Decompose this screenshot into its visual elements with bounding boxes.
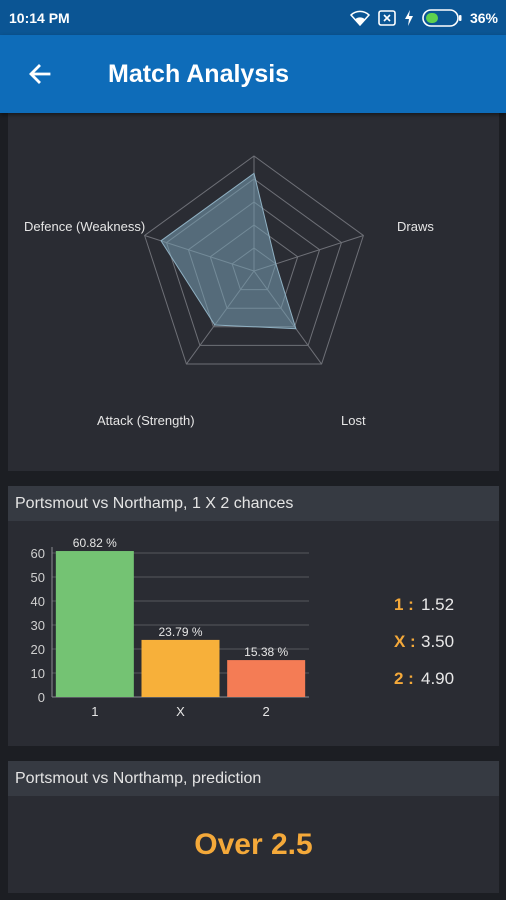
odds-key: X :	[394, 631, 416, 651]
chances-card-header: Portsmout vs Northamp, 1 X 2 chances	[8, 486, 499, 521]
radar-label-attack: Attack (Strength)	[97, 413, 195, 428]
y-tick-label: 0	[38, 690, 45, 705]
battery-percentage: 36%	[469, 9, 498, 26]
radar-label-lost: Lost	[341, 413, 366, 428]
status-bar: 10:14 PM 36%	[0, 0, 506, 35]
y-tick-label: 10	[31, 666, 45, 681]
y-tick-label: 60	[31, 546, 45, 561]
radar-label-defence: Defence (Weakness)	[24, 219, 146, 234]
arrow-left-icon	[29, 64, 51, 84]
app-bar: Match Analysis	[0, 35, 506, 113]
back-button[interactable]	[0, 35, 80, 113]
y-tick-label: 40	[31, 594, 45, 609]
odds-key: 2 :	[394, 668, 414, 688]
x-tick-label: X	[176, 704, 185, 719]
y-tick-label: 30	[31, 618, 45, 633]
odds-value: 3.50	[421, 631, 455, 651]
radar-label-draws: Draws	[397, 219, 434, 234]
radar-data-area	[160, 172, 297, 330]
chances-card: Portsmout vs Northamp, 1 X 2 chances 0 10…	[8, 486, 499, 746]
odds-value: 4.90	[421, 668, 455, 688]
charging-icon	[404, 9, 414, 26]
radar-chart-card: Defence (Weakness) Draws Lost Attack (St…	[8, 113, 499, 471]
wifi-icon	[349, 10, 370, 26]
bar-value-label: 60.82 %	[73, 536, 117, 550]
x-tick-label: 1	[91, 704, 98, 719]
x-tick-label: 2	[263, 704, 270, 719]
battery-icon	[422, 8, 462, 27]
chances-bar-chart: 0 10 20 30 40 50 60 60.82 % 1 23.79 % X 15.38 % 2	[31, 536, 309, 719]
bar	[141, 639, 220, 697]
prediction-card: Portsmout vs Northamp, prediction Over 2…	[8, 761, 499, 893]
bar-value-label: 23.79 %	[158, 625, 202, 639]
bar-value-label: 15.38 %	[244, 645, 288, 659]
odds-row-home: 1 : 1.52	[394, 586, 454, 623]
prediction-card-header: Portsmout vs Northamp, prediction	[8, 761, 499, 796]
odds-list: 1 : 1.52 X : 3.50 2 : 4.90	[394, 586, 454, 697]
prediction-value: Over 2.5	[194, 827, 313, 861]
odds-row-draw: X : 3.50	[394, 623, 454, 660]
bar	[55, 551, 134, 697]
no-sim-icon	[378, 9, 396, 26]
bar	[227, 660, 306, 697]
odds-value: 1.52	[421, 594, 455, 614]
radar-chart	[144, 155, 364, 365]
odds-key: 1 :	[394, 594, 414, 614]
y-tick-label: 20	[31, 642, 45, 657]
status-icons: 36%	[349, 8, 498, 27]
odds-row-away: 2 : 4.90	[394, 660, 454, 697]
status-time: 10:14 PM	[9, 9, 70, 26]
page-title: Match Analysis	[108, 59, 290, 88]
y-tick-label: 50	[31, 570, 45, 585]
